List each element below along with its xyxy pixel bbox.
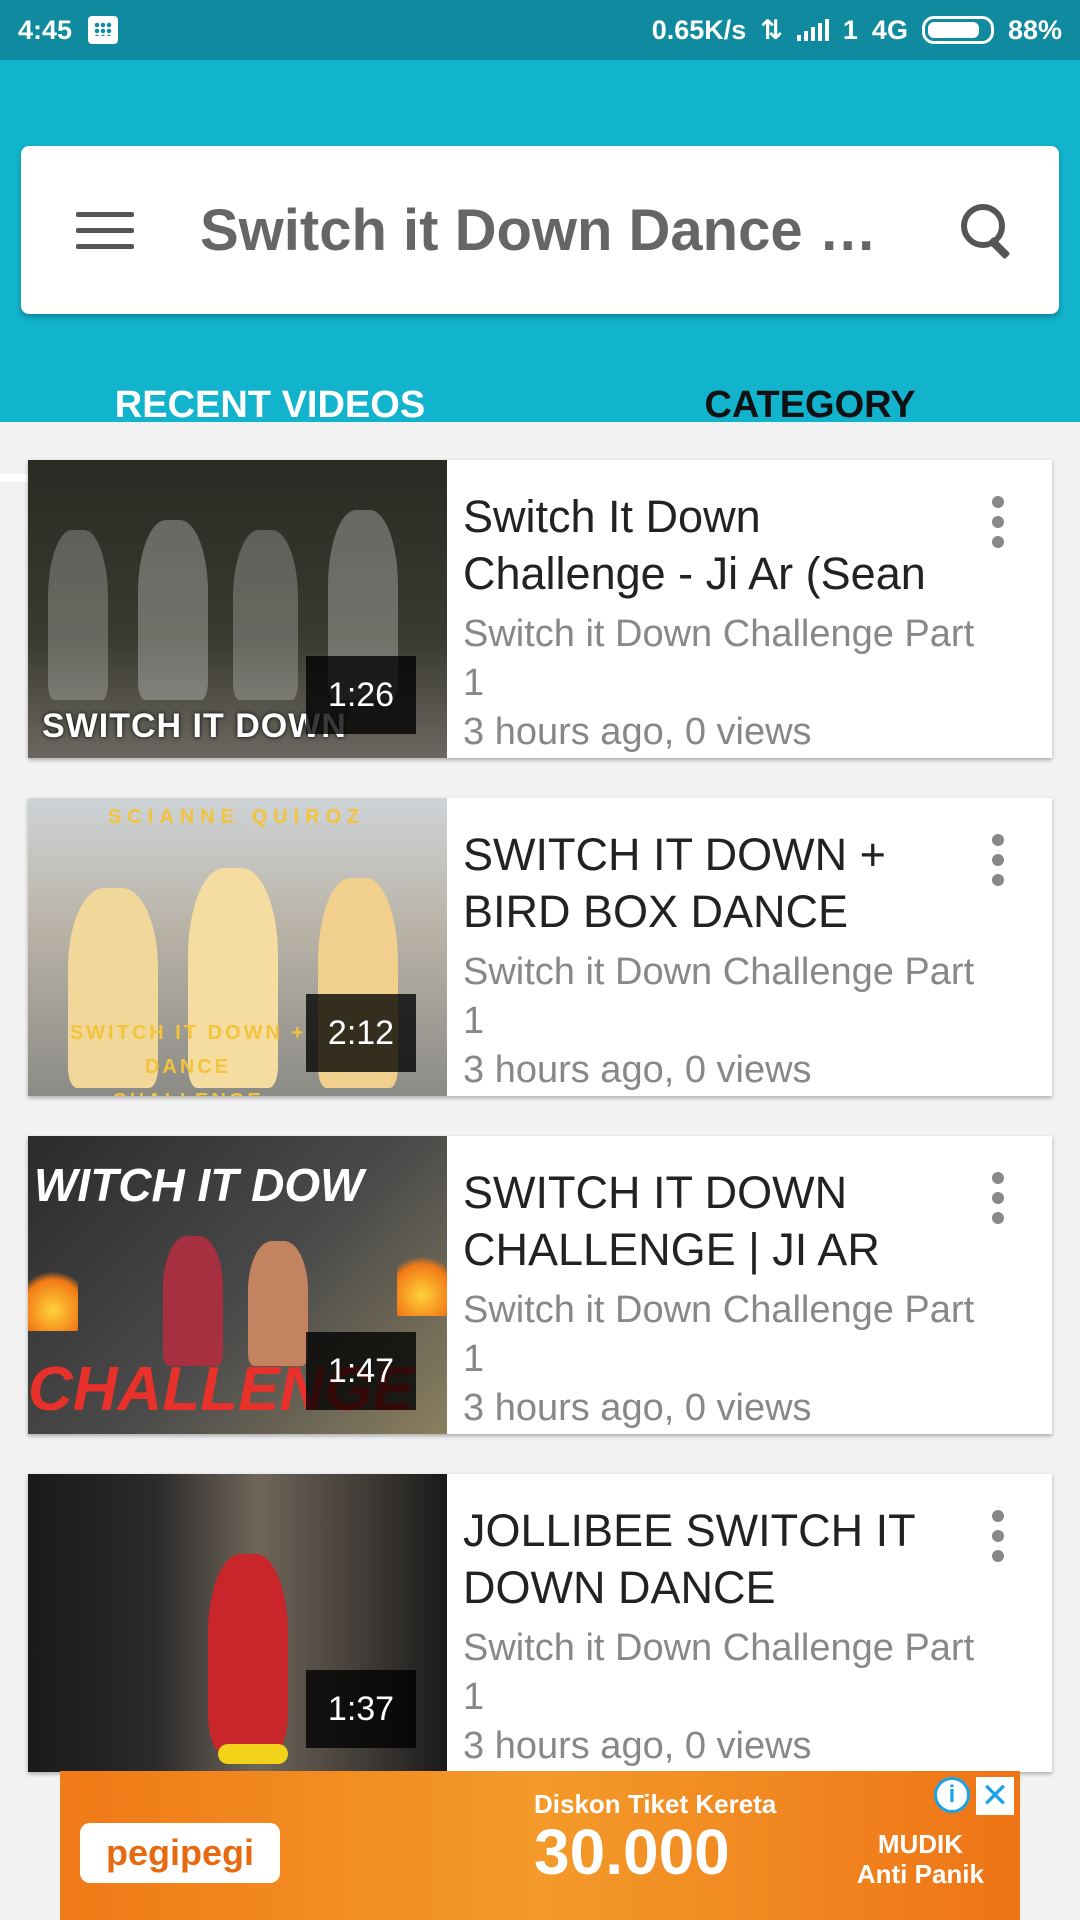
sim-slot: 1	[842, 14, 858, 45]
video-channel: Switch it Down Challenge Part 1	[463, 951, 975, 1042]
thumbnail-caption: SWITCH IT DOWN + DANCE CHALLENGE	[69, 1022, 307, 1096]
ad-price: 30.000	[534, 1816, 730, 1888]
video-thumbnail[interactable]: 1:37	[28, 1474, 447, 1772]
battery-icon	[921, 16, 994, 44]
video-meta: 3 hours ago, 0 views	[463, 1725, 812, 1767]
network-speed: 0.65K/s	[651, 14, 747, 45]
video-title: JOLLIBEE SWITCH IT DOWN DANCE	[463, 1505, 915, 1613]
ad-logo: pegipegi	[80, 1823, 280, 1883]
video-card[interactable]: 1:37 JOLLIBEE SWITCH IT DOWN DANCE Switc…	[28, 1474, 1052, 1772]
signal-icon	[796, 19, 829, 41]
video-card[interactable]: SWITCH IT DOWN 1:26 Switch It Down Chall…	[28, 460, 1052, 758]
video-meta: 3 hours ago, 0 views	[463, 711, 812, 753]
more-options-icon[interactable]	[992, 496, 1004, 548]
video-thumbnail[interactable]: SCIANNE QUIROZ SWITCH IT DOWN + DANCE CH…	[28, 798, 447, 1096]
status-time: 4:45	[18, 14, 73, 45]
video-title: SWITCH IT DOWN + BIRD BOX DANCE	[463, 829, 886, 937]
video-channel: Switch it Down Challenge Part 1	[463, 1289, 975, 1380]
more-options-icon[interactable]	[992, 1510, 1004, 1562]
video-duration: 1:47	[306, 1332, 416, 1410]
search-bar[interactable]: Switch it Down Dance C...	[21, 146, 1059, 314]
fire-emoji-icon	[397, 1246, 447, 1316]
video-card[interactable]: WITCH IT DOW CHALLENGE 1:47 SWITCH IT DO…	[28, 1136, 1052, 1434]
page-title: Switch it Down Dance C...	[200, 197, 880, 263]
ad-tag: MUDIK Anti Panik	[857, 1829, 984, 1889]
video-title: SWITCH IT DOWN CHALLENGE | JI AR	[463, 1167, 880, 1275]
ad-tag-title: MUDIK	[877, 1829, 964, 1859]
video-meta: 3 hours ago, 0 views	[463, 1049, 812, 1091]
ad-tag-subtitle: Anti Panik	[856, 1859, 984, 1889]
messenger-notification-icon	[88, 16, 119, 44]
search-icon[interactable]	[959, 202, 1015, 258]
app-bar: Switch it Down Dance C... RECENT VIDEOS …	[0, 60, 1080, 482]
video-thumbnail[interactable]: WITCH IT DOW CHALLENGE 1:47	[28, 1136, 447, 1434]
video-duration: 2:12	[306, 994, 416, 1072]
video-duration: 1:37	[306, 1670, 416, 1748]
thumbnail-top-text: SCIANNE QUIROZ	[108, 806, 366, 828]
more-options-icon[interactable]	[992, 834, 1004, 886]
video-thumbnail[interactable]: SWITCH IT DOWN 1:26	[28, 460, 447, 758]
more-options-icon[interactable]	[992, 1172, 1004, 1224]
video-channel: Switch it Down Challenge Part 1	[463, 613, 975, 704]
hamburger-menu-icon[interactable]	[76, 211, 134, 249]
ad-info-icon[interactable]: i	[934, 1777, 970, 1813]
video-meta: 3 hours ago, 0 views	[463, 1387, 812, 1429]
network-type: 4G	[871, 14, 908, 45]
data-transfer-icon: ⇅	[760, 14, 783, 45]
status-bar: 4:45 0.65K/s ⇅ 1 4G 88%	[0, 0, 1080, 60]
video-channel: Switch it Down Challenge Part 1	[463, 1627, 975, 1718]
ad-banner[interactable]: pegipegi Diskon Tiket Kereta 30.000 MUDI…	[60, 1771, 1020, 1920]
video-card[interactable]: SCIANNE QUIROZ SWITCH IT DOWN + DANCE CH…	[28, 798, 1052, 1096]
thumbnail-top-text: WITCH IT DOW	[34, 1159, 364, 1211]
battery-level: 88%	[1007, 14, 1062, 45]
fire-emoji-icon	[28, 1261, 78, 1331]
video-duration: 1:26	[306, 656, 416, 734]
video-title: Switch It Down Challenge - Ji Ar (Sean	[463, 491, 926, 599]
ad-close-icon[interactable]: ✕	[976, 1777, 1014, 1815]
thumbnail-caption: SWITCH IT DOWN	[42, 707, 347, 745]
